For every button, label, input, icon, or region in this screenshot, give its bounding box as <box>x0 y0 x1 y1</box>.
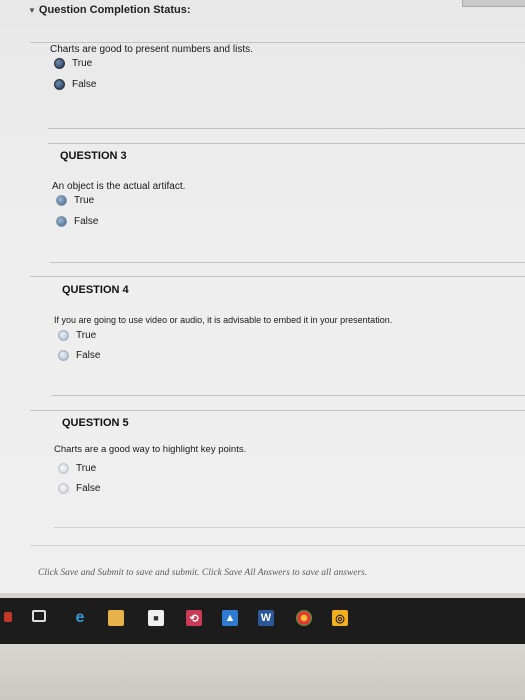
chrome-icon[interactable] <box>296 610 312 626</box>
radio-button[interactable] <box>58 483 69 494</box>
windows-taskbar: e ■ ⟲ ▲ W ◎ <box>0 598 525 644</box>
option-false[interactable]: False <box>58 483 100 494</box>
question-completion-status[interactable]: ▼ Question Completion Status: <box>28 4 190 16</box>
divider <box>30 42 525 43</box>
store-icon[interactable]: ■ <box>148 610 164 626</box>
radio-button[interactable] <box>58 463 69 474</box>
divider <box>30 410 525 411</box>
save-instructions: Click Save and Submit to save and submit… <box>38 568 368 578</box>
file-explorer-icon[interactable] <box>108 610 124 626</box>
word-icon[interactable]: W <box>258 610 274 626</box>
edge-icon[interactable]: e <box>72 609 88 626</box>
photos-icon[interactable]: ⟲ <box>186 610 202 626</box>
task-view-icon[interactable] <box>32 610 46 622</box>
option-true[interactable]: True <box>56 195 94 206</box>
option-label: True <box>74 195 95 206</box>
question-title: QUESTION 3 <box>60 150 127 162</box>
option-false[interactable]: False <box>56 216 98 227</box>
question-text: Charts are good to present numbers and l… <box>50 44 253 55</box>
option-label: True <box>72 58 93 69</box>
status-label: Question Completion Status: <box>38 4 191 16</box>
divider <box>48 143 525 144</box>
option-label: False <box>76 350 101 361</box>
start-icon[interactable] <box>4 612 12 622</box>
radio-button[interactable] <box>54 58 65 69</box>
desk-surface <box>0 644 525 700</box>
option-label: True <box>76 463 97 474</box>
app-icon[interactable]: ▲ <box>222 610 238 626</box>
option-true[interactable]: True <box>54 58 92 69</box>
question-text: An object is the actual artifact. <box>52 181 186 192</box>
question-text: Charts are a good way to highlight key p… <box>54 444 247 455</box>
assessment-page: ▼ Question Completion Status: Charts are… <box>0 0 525 593</box>
option-label: False <box>76 483 101 494</box>
camera-icon[interactable]: ◎ <box>332 610 348 626</box>
divider <box>52 395 525 396</box>
divider <box>50 262 525 263</box>
radio-button[interactable] <box>56 195 67 206</box>
radio-button[interactable] <box>58 330 69 341</box>
question-title: QUESTION 5 <box>62 417 129 429</box>
window-corner-tab <box>462 0 525 7</box>
question-text: If you are going to use video or audio, … <box>54 315 393 325</box>
chevron-down-icon: ▼ <box>28 5 36 15</box>
option-label: False <box>74 216 99 227</box>
question-title: QUESTION 4 <box>62 284 129 296</box>
option-true[interactable]: True <box>58 330 96 341</box>
divider <box>48 128 525 129</box>
divider <box>30 276 525 277</box>
option-true[interactable]: True <box>58 463 96 474</box>
option-label: False <box>72 79 97 90</box>
option-label: True <box>76 330 97 341</box>
radio-button[interactable] <box>58 350 69 361</box>
option-false[interactable]: False <box>58 350 100 361</box>
divider <box>30 545 525 546</box>
divider <box>54 527 525 528</box>
radio-button[interactable] <box>54 79 65 90</box>
option-false[interactable]: False <box>54 79 96 90</box>
radio-button[interactable] <box>56 216 67 227</box>
